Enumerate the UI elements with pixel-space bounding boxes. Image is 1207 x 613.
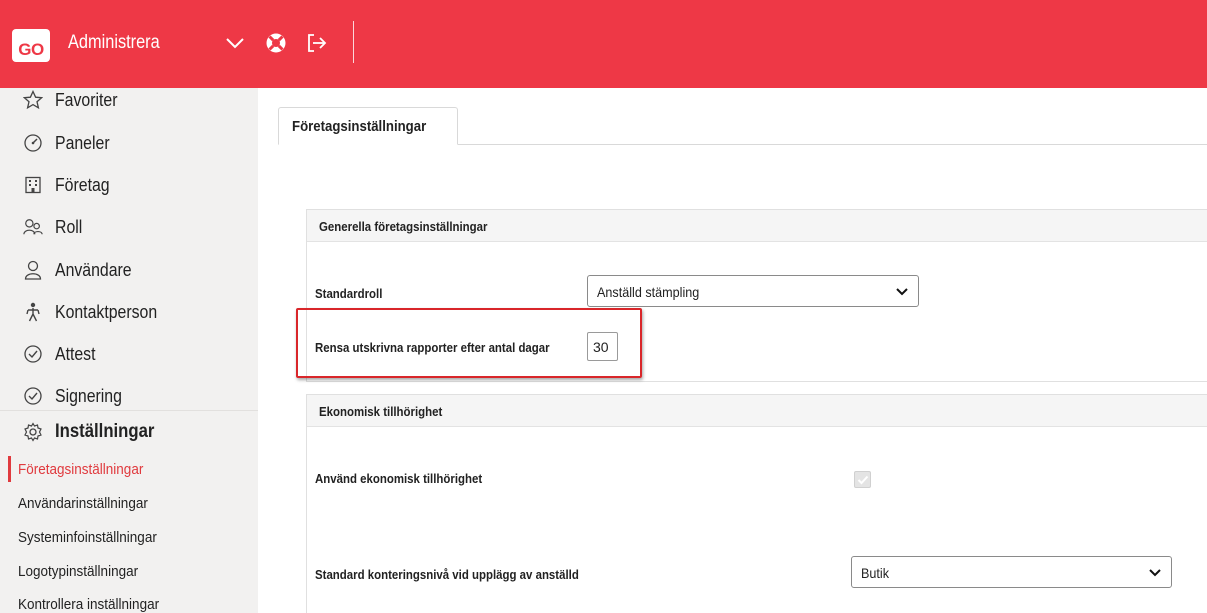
sidebar-subitem-label: Logotypinställningar [18, 562, 139, 580]
sidebar-subitem-logotypinstallningar[interactable]: Logotypinställningar [0, 556, 258, 586]
sidebar-item-installningar[interactable]: Inställningar [0, 410, 258, 452]
sidebar-item-paneler[interactable]: Paneler [0, 124, 258, 162]
users-icon [23, 217, 43, 237]
gear-icon [23, 421, 43, 442]
toolbar-divider [353, 21, 354, 63]
checkmark-icon [857, 475, 868, 484]
sidebar-item-roll[interactable]: Roll [0, 208, 258, 246]
star-icon [23, 90, 43, 110]
sidebar-item-attest[interactable]: Attest [0, 335, 258, 373]
default-role-value: Anställd stämpling [597, 284, 700, 300]
sidebar-subitem-anvandarinstallningar[interactable]: Användarinställningar [0, 488, 258, 518]
logout-icon[interactable] [306, 31, 328, 55]
person-icon [23, 302, 43, 322]
use-economic-affiliation-label: Använd ekonomisk tillhörighet [315, 471, 483, 486]
sidebar-item-label: Paneler [55, 132, 110, 153]
sidebar-item-label: Användare [55, 259, 132, 280]
gauge-icon [23, 133, 43, 153]
panel-title: Ekonomisk tillhörighet [319, 404, 443, 419]
tab-label: Företagsinställningar [292, 118, 427, 135]
default-role-label: Standardroll [315, 286, 383, 301]
check-circle-icon [23, 344, 43, 364]
building-icon [23, 175, 43, 195]
sidebar-item-label: Favoriter [55, 89, 118, 110]
sidebar-subitem-label: Systeminfoinställningar [18, 528, 157, 546]
lifebuoy-icon[interactable] [265, 31, 287, 55]
sidebar: Favoriter Paneler Företag Roll Användare… [0, 88, 258, 613]
tab-foretagsinstallningar[interactable]: Företagsinställningar [278, 107, 458, 145]
go-logo[interactable]: GO [12, 29, 50, 62]
sidebar-item-label: Kontaktperson [55, 301, 158, 322]
account-level-label: Standard konteringsnivå vid upplägg av a… [315, 567, 579, 582]
sidebar-subitem-kontrollera-installningar[interactable]: Kontrollera inställningar [0, 589, 258, 613]
sidebar-item-label: Inställningar [55, 420, 155, 442]
sidebar-subitem-label: Användarinställningar [18, 494, 148, 512]
sidebar-item-label: Attest [55, 343, 96, 364]
user-icon [23, 260, 43, 280]
sidebar-item-anvandare[interactable]: Användare [0, 251, 258, 289]
panel-header: Ekonomisk tillhörighet [307, 395, 1207, 427]
logo-text: GO [18, 40, 44, 59]
active-indicator [8, 456, 11, 482]
account-level-value: Butik [861, 565, 890, 581]
panel-header: Generella företagsinställningar [307, 210, 1207, 242]
default-role-select[interactable]: Anställd stämpling [587, 275, 919, 307]
sidebar-item-foretag[interactable]: Företag [0, 166, 258, 204]
check-circle-icon [23, 386, 43, 406]
use-economic-affiliation-checkbox[interactable] [854, 471, 871, 488]
highlight-annotation [296, 308, 642, 378]
account-level-select[interactable]: Butik [851, 556, 1172, 588]
sidebar-subitem-systeminfoinstallningar[interactable]: Systeminfoinställningar [0, 522, 258, 552]
sidebar-subitem-foretagsinstallningar[interactable]: Företagsinställningar [0, 454, 258, 484]
sidebar-item-label: Företag [55, 174, 110, 195]
panel-title: Generella företagsinställningar [319, 219, 488, 234]
chevron-down-icon [1149, 569, 1161, 577]
sidebar-subitem-label: Kontrollera inställningar [18, 595, 160, 613]
top-bar: GO Administrera [0, 0, 1207, 88]
sidebar-item-favoriter[interactable]: Favoriter [0, 81, 258, 119]
sidebar-item-label: Roll [55, 216, 83, 237]
economic-affiliation-panel: Ekonomisk tillhörighet Använd ekonomisk … [306, 394, 1207, 613]
sidebar-subitem-label: Företagsinställningar [18, 460, 144, 478]
chevron-down-icon[interactable] [224, 31, 246, 55]
chevron-down-icon [896, 288, 908, 296]
sidebar-item-kontaktperson[interactable]: Kontaktperson [0, 293, 258, 331]
sidebar-item-label: Signering [55, 385, 122, 406]
app-title[interactable]: Administrera [68, 31, 160, 55]
